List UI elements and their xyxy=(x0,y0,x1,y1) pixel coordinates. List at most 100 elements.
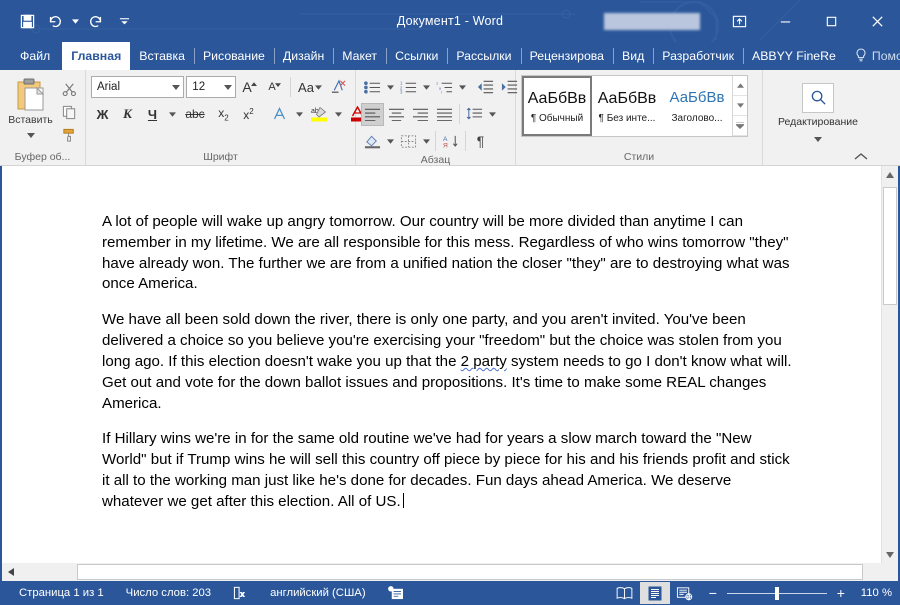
page-indicator[interactable]: Страница 1 из 1 xyxy=(8,587,115,599)
web-layout-icon[interactable] xyxy=(670,582,700,604)
language-indicator[interactable]: английский (США) xyxy=(259,587,377,599)
scissors-icon[interactable] xyxy=(58,79,80,100)
scroll-left-icon[interactable] xyxy=(2,563,19,581)
tab-draw[interactable]: Рисование xyxy=(193,42,274,70)
tab-design[interactable]: Дизайн xyxy=(273,42,333,70)
bold-button[interactable]: Ж xyxy=(91,103,114,126)
proofing-errors-icon[interactable]: x xyxy=(222,586,259,600)
text-effects-button[interactable] xyxy=(268,103,291,126)
horizontal-scroll-thumb[interactable] xyxy=(77,564,863,580)
superscript-button[interactable]: x2 xyxy=(237,103,260,126)
horizontal-scroll-track[interactable] xyxy=(19,563,881,581)
italic-button[interactable]: К xyxy=(116,103,139,126)
multilevel-list-icon[interactable]: 1 a i xyxy=(433,76,456,99)
editing-dropdown-icon[interactable] xyxy=(814,129,822,147)
tab-mailings[interactable]: Рассылки xyxy=(447,42,520,70)
font-family-input[interactable]: Arial xyxy=(91,76,185,98)
word-count[interactable]: Число слов: 203 xyxy=(115,587,222,599)
scroll-down-icon[interactable] xyxy=(882,546,898,563)
document-page[interactable]: A lot of people will wake up angry tomor… xyxy=(2,166,852,563)
editing-button[interactable]: Редактирование xyxy=(768,75,868,150)
numbered-list-icon[interactable]: 1 2 3 xyxy=(397,76,420,99)
scroll-up-icon[interactable] xyxy=(882,166,898,183)
underline-dropdown-icon[interactable] xyxy=(166,103,178,126)
borders-dropdown-icon[interactable] xyxy=(421,130,432,153)
close-icon[interactable] xyxy=(854,0,900,42)
line-spacing-icon[interactable] xyxy=(463,103,486,126)
format-painter-icon[interactable] xyxy=(58,125,80,146)
collapse-ribbon-icon[interactable] xyxy=(854,149,868,163)
justify-icon[interactable] xyxy=(433,103,456,126)
line-spacing-dropdown-icon[interactable] xyxy=(487,103,498,126)
grammar-error-text[interactable]: 2 party xyxy=(461,353,507,370)
tab-developer[interactable]: Разработчик xyxy=(653,42,743,70)
highlight-dropdown-icon[interactable] xyxy=(332,103,344,126)
styles-more-icon[interactable] xyxy=(733,116,747,136)
save-icon[interactable] xyxy=(14,8,40,34)
zoom-slider[interactable] xyxy=(726,586,827,600)
copy-icon[interactable] xyxy=(58,102,80,123)
align-right-icon[interactable] xyxy=(409,103,432,126)
subscript-button[interactable]: x2 xyxy=(212,103,235,126)
paste-button[interactable]: Вставить xyxy=(5,75,56,150)
tab-view[interactable]: Вид xyxy=(613,42,653,70)
minimize-icon[interactable] xyxy=(762,0,808,42)
paste-dropdown-icon[interactable] xyxy=(26,125,35,143)
macro-record-icon[interactable] xyxy=(377,586,414,600)
document-paragraph-2[interactable]: We have all been sold down the river, th… xyxy=(102,310,792,414)
document-paragraph-3[interactable]: If Hillary wins we're in for the same ol… xyxy=(102,429,792,512)
style-normal[interactable]: АаБбВв ¶ Обычный xyxy=(522,76,592,136)
tab-home[interactable]: Главная xyxy=(62,42,131,70)
redo-icon[interactable] xyxy=(83,8,109,34)
zoom-slider-thumb[interactable] xyxy=(774,586,779,600)
read-mode-icon[interactable] xyxy=(610,582,640,604)
document-canvas[interactable]: A lot of people will wake up angry tomor… xyxy=(2,166,881,563)
align-left-icon[interactable] xyxy=(361,102,384,126)
clear-formatting-button[interactable] xyxy=(327,76,350,99)
tab-references[interactable]: Ссылки xyxy=(386,42,447,70)
ribbon-options-icon[interactable] xyxy=(716,0,762,42)
undo-dropdown-icon[interactable] xyxy=(70,8,81,34)
tab-abbyy-finereader[interactable]: ABBYY FineRe xyxy=(743,42,845,70)
text-highlight-button[interactable]: ab xyxy=(307,103,330,126)
numbering-dropdown-icon[interactable] xyxy=(421,76,432,99)
shrink-font-button[interactable]: A xyxy=(263,76,286,99)
print-layout-icon[interactable] xyxy=(639,582,670,604)
styles-scroll-up-icon[interactable] xyxy=(733,76,747,96)
zoom-in-button[interactable]: + xyxy=(834,585,848,601)
multilevel-dropdown-icon[interactable] xyxy=(457,76,468,99)
bullet-list-icon[interactable] xyxy=(361,76,384,99)
shading-icon[interactable] xyxy=(361,130,384,153)
vertical-scroll-track[interactable] xyxy=(882,183,898,546)
zoom-out-button[interactable]: − xyxy=(706,585,720,601)
horizontal-scrollbar[interactable] xyxy=(0,563,900,581)
pilcrow-icon[interactable]: ¶ xyxy=(469,130,492,153)
text-effects-dropdown-icon[interactable] xyxy=(293,103,305,126)
align-center-icon[interactable] xyxy=(385,103,408,126)
tab-review[interactable]: Рецензирова xyxy=(520,42,613,70)
tell-me-box[interactable]: Помощн xyxy=(845,42,900,70)
underline-button[interactable]: Ч xyxy=(141,103,164,126)
bullets-dropdown-icon[interactable] xyxy=(385,76,396,99)
vertical-scrollbar[interactable] xyxy=(881,166,898,563)
tab-insert[interactable]: Вставка xyxy=(130,42,194,70)
style-no-spacing[interactable]: АаБбВв ¶ Без инте... xyxy=(592,76,662,136)
vertical-scroll-thumb[interactable] xyxy=(883,187,897,305)
maximize-icon[interactable] xyxy=(808,0,854,42)
decrease-indent-icon[interactable] xyxy=(474,76,497,99)
tab-file[interactable]: Файл xyxy=(8,42,62,70)
tab-layout[interactable]: Макет xyxy=(333,42,386,70)
undo-icon[interactable] xyxy=(42,8,68,34)
sort-icon[interactable]: A Я xyxy=(439,130,462,153)
borders-icon[interactable] xyxy=(397,130,420,153)
strikethrough-button[interactable]: abc xyxy=(180,103,210,126)
font-size-input[interactable]: 12 xyxy=(186,76,237,98)
shading-dropdown-icon[interactable] xyxy=(385,130,396,153)
style-heading[interactable]: АаБбВв Заголово... xyxy=(662,76,732,136)
zoom-level-label[interactable]: 110 % xyxy=(855,587,892,599)
customize-qat-icon[interactable] xyxy=(111,8,137,34)
document-paragraph-1[interactable]: A lot of people will wake up angry tomor… xyxy=(102,212,792,295)
change-case-button[interactable]: Aa xyxy=(295,76,325,99)
styles-scroll-down-icon[interactable] xyxy=(733,96,747,116)
grow-font-button[interactable]: A xyxy=(238,76,261,99)
